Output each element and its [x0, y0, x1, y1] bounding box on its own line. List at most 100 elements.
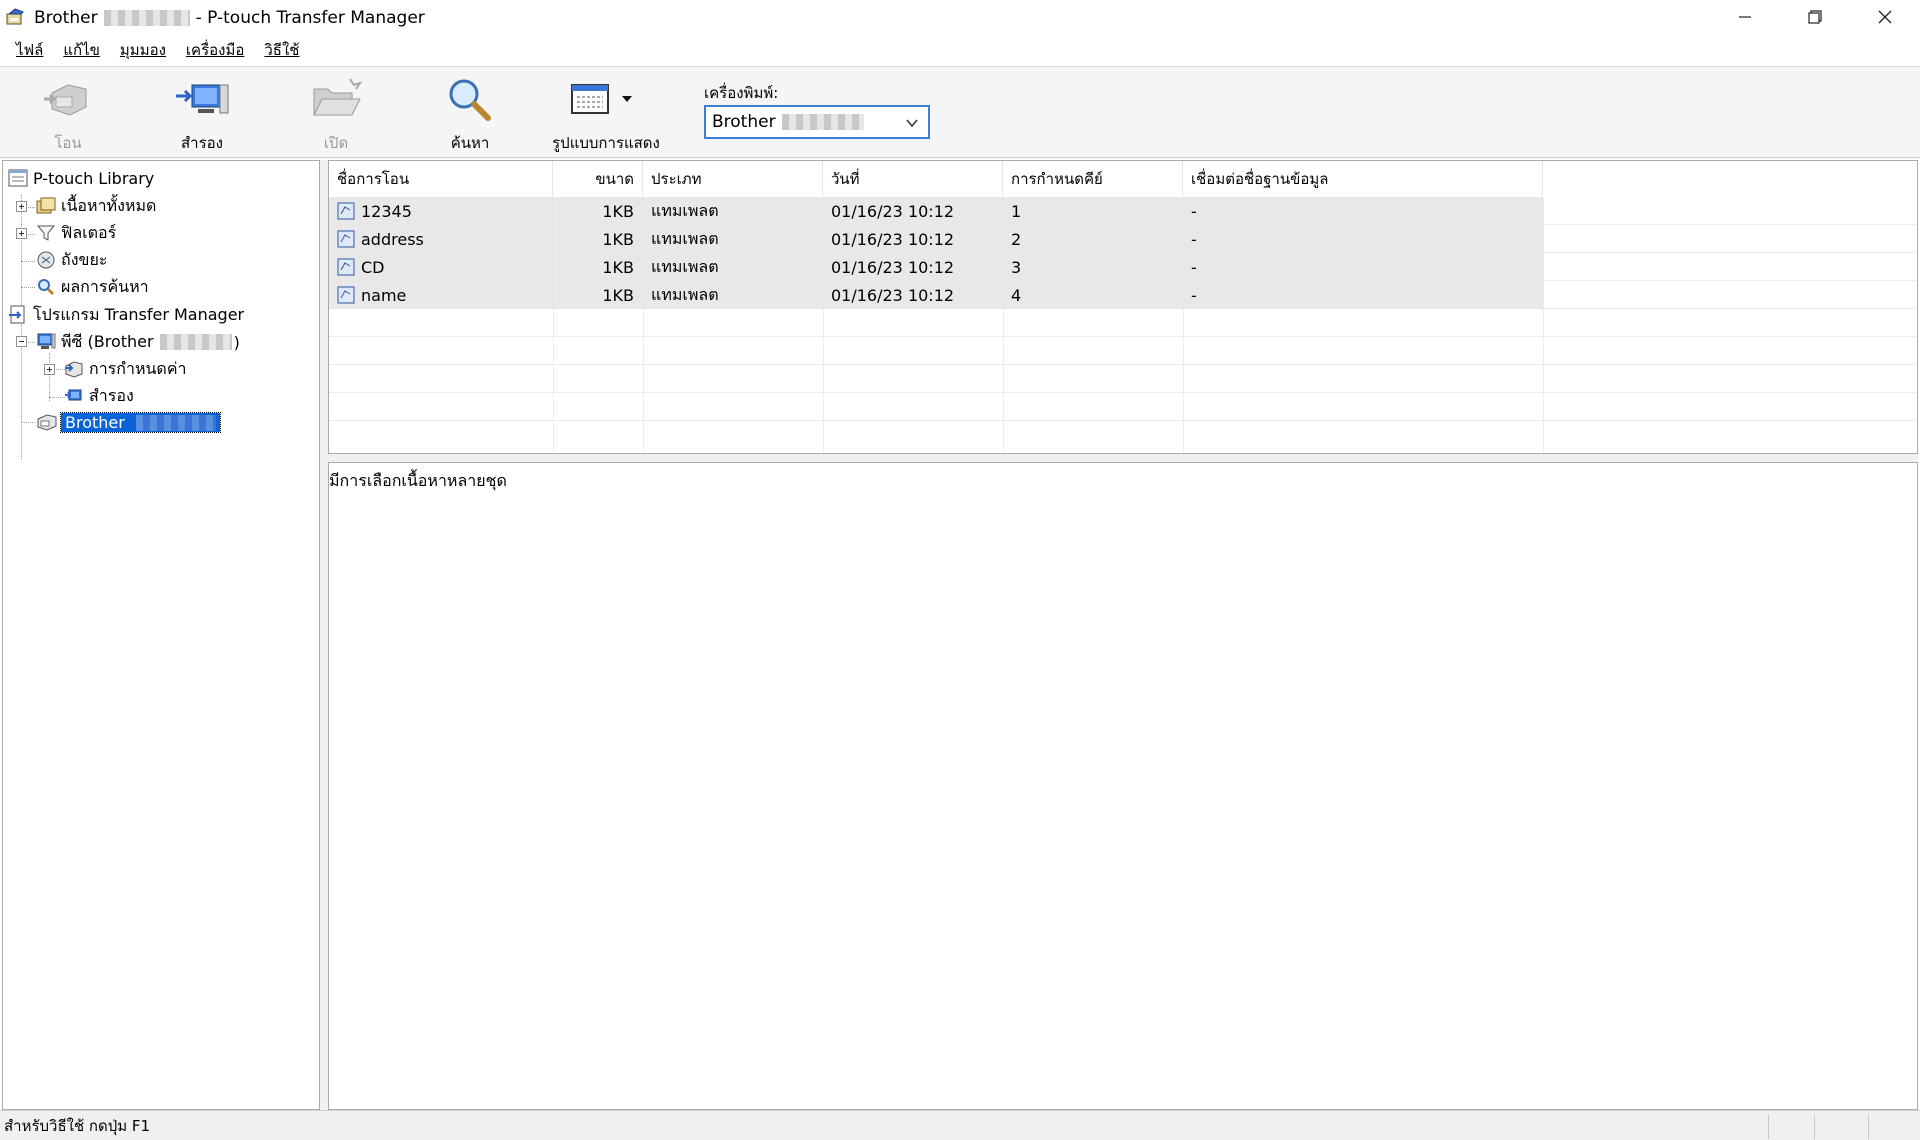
minimize-button[interactable]	[1710, 0, 1780, 34]
preview-panel: มีการเลือกเนื้อหาหลายชุด	[328, 462, 1918, 1110]
table-row[interactable]: CD 1KB แทมเพลต 01/16/23 10:12 3 -	[329, 253, 1543, 281]
magnifier-icon	[446, 75, 494, 123]
cell-database: -	[1183, 225, 1543, 253]
menu-view[interactable]: มุมมอง	[110, 38, 176, 62]
tree-item-device[interactable]: Brother	[35, 409, 221, 435]
library-icon	[7, 167, 29, 189]
folder-tree: P-touch Library เนื้อหาทั้งหมด ฟิลเตอร์ …	[2, 160, 320, 1110]
tree-label: เนื้อหาทั้งหมด	[61, 195, 157, 215]
table-row[interactable]: 12345 1KB แทมเพลต 01/16/23 10:12 1 -	[329, 197, 1543, 225]
redacted-model	[159, 334, 232, 350]
redacted-model	[103, 10, 190, 26]
restore-button[interactable]	[1780, 0, 1850, 34]
cell-name: name	[361, 285, 407, 305]
open-label: เปิด	[323, 134, 349, 152]
tree-label: Brother	[65, 412, 125, 432]
window-title-app: - P-touch Transfer Manager	[195, 8, 425, 28]
column-size[interactable]: ขนาด	[553, 161, 643, 197]
status-bar: สำหรับวิธีใช้ กดปุ่ม F1	[0, 1110, 1920, 1140]
tree-item-all-contents[interactable]: เนื้อหาทั้งหมด	[35, 193, 156, 219]
cell-size: 1KB	[553, 197, 643, 225]
cell-name: 12345	[361, 201, 412, 221]
column-database[interactable]: เชื่อมต่อชื่อฐานข้อมูล	[1183, 161, 1543, 197]
tree-item-search-results[interactable]: ผลการค้นหา	[35, 274, 149, 300]
cell-name: CD	[361, 257, 385, 277]
tree-label: ถังขยะ	[61, 249, 108, 269]
chevron-down-icon	[906, 119, 918, 128]
cell-type: แทมเพลต	[643, 281, 823, 309]
tree-item-transfer-manager[interactable]: โปรแกรม Transfer Manager	[7, 302, 244, 328]
search-label: ค้นหา	[450, 134, 490, 152]
open-folder-icon	[310, 75, 362, 123]
horizontal-splitter[interactable]	[328, 454, 1918, 462]
view-style-label: รูปแบบการแสดง	[552, 134, 660, 152]
restore-icon	[1808, 10, 1822, 24]
filter-icon	[35, 222, 57, 244]
cell-key: 4	[1003, 281, 1183, 309]
cell-date: 01/16/23 10:12	[823, 197, 1003, 225]
cell-database: -	[1183, 253, 1543, 281]
expand-filter[interactable]	[16, 228, 27, 239]
tree-item-configurations[interactable]: การกำหนดค่า	[63, 356, 187, 382]
cell-date: 01/16/23 10:12	[823, 253, 1003, 281]
tree-item-library[interactable]: P-touch Library	[7, 165, 154, 191]
window-title: Brother - P-touch Transfer Manager	[34, 8, 425, 28]
backup-button[interactable]: สำรอง	[142, 75, 262, 155]
tree-item-pc[interactable]: พีซี (Brother )	[35, 329, 240, 355]
open-button[interactable]: เปิด	[276, 75, 396, 155]
cell-size: 1KB	[553, 281, 643, 309]
tree-item-backups[interactable]: สำรอง	[63, 383, 134, 409]
cell-key: 2	[1003, 225, 1183, 253]
status-divider	[1868, 1115, 1869, 1139]
menu-help[interactable]: วิธีใช้	[254, 38, 309, 62]
table-row[interactable]: address 1KB แทมเพลต 01/16/23 10:12 2 -	[329, 225, 1543, 253]
tree-label: ผลการค้นหา	[61, 276, 149, 296]
transfer-list: ชื่อการโอน ขนาด ประเภท วันที่ การกำหนดคี…	[328, 160, 1918, 454]
vertical-splitter[interactable]	[320, 160, 328, 1110]
menu-bar: ไฟล์ แก้ไข มุมมอง เครื่องมือ วิธีใช้	[0, 36, 1920, 64]
title-bar: Brother - P-touch Transfer Manager	[0, 0, 1920, 36]
tree-label: )	[233, 332, 240, 352]
brother-app-icon[interactable]	[4, 7, 26, 29]
backup-icon	[63, 385, 85, 407]
column-type[interactable]: ประเภท	[643, 161, 823, 197]
status-help-text: สำหรับวิธีใช้ กดปุ่ม F1	[4, 1116, 151, 1135]
close-button[interactable]	[1850, 0, 1920, 34]
tree-label: การกำหนดค่า	[89, 358, 187, 378]
template-file-icon	[337, 229, 357, 249]
minimize-icon	[1739, 16, 1751, 18]
column-date[interactable]: วันที่	[823, 161, 1003, 197]
tree-item-trash[interactable]: ถังขยะ	[35, 247, 107, 273]
expand-configurations[interactable]	[44, 364, 55, 375]
printer-device-icon	[35, 411, 57, 433]
collapse-pc[interactable]	[16, 336, 27, 347]
cell-type: แทมเพลต	[643, 225, 823, 253]
printer-value: Brother	[712, 112, 776, 132]
backup-computer-icon	[174, 75, 230, 123]
menu-file[interactable]: ไฟล์	[6, 38, 53, 62]
expand-all-contents[interactable]	[16, 201, 27, 212]
tree-label: พีซี (Brother	[61, 331, 154, 351]
cell-size: 1KB	[553, 225, 643, 253]
trash-icon	[35, 249, 57, 271]
cell-type: แทมเพลต	[643, 197, 823, 225]
backup-label: สำรอง	[181, 134, 223, 152]
search-button[interactable]: ค้นหา	[410, 75, 530, 155]
tree-item-filter[interactable]: ฟิลเตอร์	[35, 220, 116, 246]
all-contents-icon	[35, 195, 57, 217]
transfer-button[interactable]: โอน	[8, 75, 128, 155]
tree-label: ฟิลเตอร์	[61, 222, 117, 242]
column-key-assign[interactable]: การกำหนดคีย์	[1003, 161, 1183, 197]
menu-edit[interactable]: แก้ไข	[53, 38, 110, 62]
transfer-printer-icon	[42, 75, 94, 123]
printer-dropdown[interactable]: Brother	[704, 105, 930, 139]
cell-date: 01/16/23 10:12	[823, 225, 1003, 253]
view-style-button[interactable]: รูปแบบการแสดง	[544, 75, 668, 155]
cell-type: แทมเพลต	[643, 253, 823, 281]
table-row[interactable]: name 1KB แทมเพลต 01/16/23 10:12 4 -	[329, 281, 1543, 309]
toolbar: โอน สำรอง เปิด ค้นหา รูปแบบการแสดง เครื่…	[0, 66, 1920, 158]
tree-label: P-touch Library	[33, 168, 155, 188]
cell-date: 01/16/23 10:12	[823, 281, 1003, 309]
column-transfer-name[interactable]: ชื่อการโอน	[329, 161, 553, 197]
menu-tools[interactable]: เครื่องมือ	[176, 38, 254, 62]
